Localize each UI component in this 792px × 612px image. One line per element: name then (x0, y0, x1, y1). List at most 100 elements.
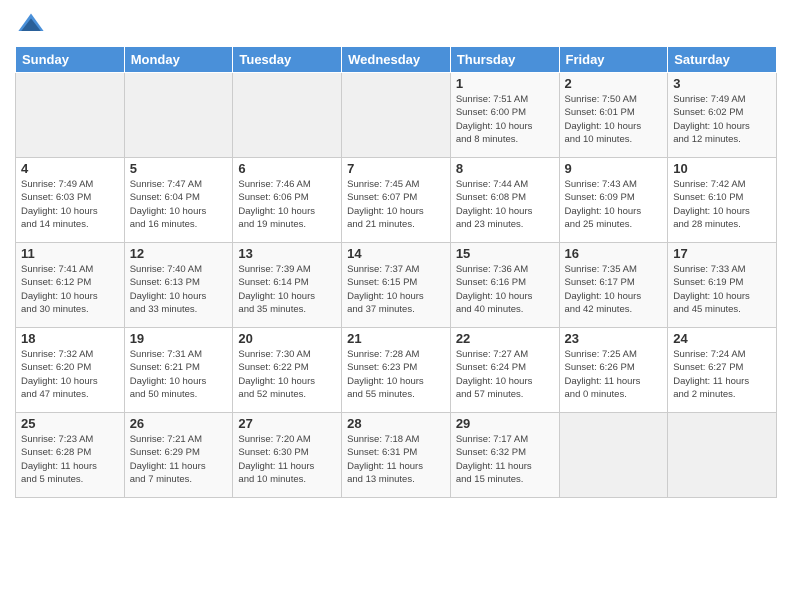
weekday-wednesday: Wednesday (342, 47, 451, 73)
header (15, 10, 777, 38)
day-info: Sunrise: 7:41 AM Sunset: 6:12 PM Dayligh… (21, 263, 119, 316)
day-info: Sunrise: 7:32 AM Sunset: 6:20 PM Dayligh… (21, 348, 119, 401)
calendar-cell: 25 Sunrise: 7:23 AM Sunset: 6:28 PM Dayli… (16, 413, 125, 498)
day-number: 9 (565, 161, 663, 176)
calendar-cell: 17Sunrise: 7:33 AM Sunset: 6:19 PM Dayli… (668, 243, 777, 328)
calendar-cell: 9 Sunrise: 7:43 AM Sunset: 6:09 PM Daylig… (559, 158, 668, 243)
calendar-cell: 7 Sunrise: 7:45 AM Sunset: 6:07 PM Daylig… (342, 158, 451, 243)
calendar-cell (342, 73, 451, 158)
day-info: Sunrise: 7:51 AM Sunset: 6:00 PM Dayligh… (456, 93, 554, 146)
week-row-0: 1 Sunrise: 7:51 AM Sunset: 6:00 PM Daylig… (16, 73, 777, 158)
calendar-cell (559, 413, 668, 498)
day-info: Sunrise: 7:31 AM Sunset: 6:21 PM Dayligh… (130, 348, 228, 401)
day-info: Sunrise: 7:28 AM Sunset: 6:23 PM Dayligh… (347, 348, 445, 401)
day-info: Sunrise: 7:37 AM Sunset: 6:15 PM Dayligh… (347, 263, 445, 316)
day-number: 21 (347, 331, 445, 346)
day-info: Sunrise: 7:17 AM Sunset: 6:32 PM Dayligh… (456, 433, 554, 486)
calendar-cell: 1 Sunrise: 7:51 AM Sunset: 6:00 PM Daylig… (450, 73, 559, 158)
day-number: 18 (21, 331, 119, 346)
day-info: Sunrise: 7:45 AM Sunset: 6:07 PM Dayligh… (347, 178, 445, 231)
calendar-cell: 24Sunrise: 7:24 AM Sunset: 6:27 PM Dayli… (668, 328, 777, 413)
calendar-cell: 29 Sunrise: 7:17 AM Sunset: 6:32 PM Dayli… (450, 413, 559, 498)
calendar-cell: 20 Sunrise: 7:30 AM Sunset: 6:22 PM Dayli… (233, 328, 342, 413)
day-number: 22 (456, 331, 554, 346)
day-number: 23 (565, 331, 663, 346)
day-info: Sunrise: 7:30 AM Sunset: 6:22 PM Dayligh… (238, 348, 336, 401)
logo-icon (17, 10, 45, 38)
calendar-cell (16, 73, 125, 158)
day-info: Sunrise: 7:36 AM Sunset: 6:16 PM Dayligh… (456, 263, 554, 316)
day-number: 11 (21, 246, 119, 261)
day-number: 20 (238, 331, 336, 346)
calendar-cell: 28 Sunrise: 7:18 AM Sunset: 6:31 PM Dayli… (342, 413, 451, 498)
calendar-cell: 16 Sunrise: 7:35 AM Sunset: 6:17 PM Dayli… (559, 243, 668, 328)
day-number: 12 (130, 246, 228, 261)
calendar-cell: 5 Sunrise: 7:47 AM Sunset: 6:04 PM Daylig… (124, 158, 233, 243)
weekday-saturday: Saturday (668, 47, 777, 73)
day-number: 5 (130, 161, 228, 176)
day-info: Sunrise: 7:43 AM Sunset: 6:09 PM Dayligh… (565, 178, 663, 231)
day-number: 6 (238, 161, 336, 176)
calendar-cell: 23Sunrise: 7:25 AM Sunset: 6:26 PM Dayli… (559, 328, 668, 413)
calendar-cell (668, 413, 777, 498)
calendar-cell: 13 Sunrise: 7:39 AM Sunset: 6:14 PM Dayli… (233, 243, 342, 328)
day-number: 13 (238, 246, 336, 261)
calendar-cell: 21 Sunrise: 7:28 AM Sunset: 6:23 PM Dayli… (342, 328, 451, 413)
weekday-monday: Monday (124, 47, 233, 73)
calendar-cell: 3 Sunrise: 7:49 AM Sunset: 6:02 PM Daylig… (668, 73, 777, 158)
calendar-cell: 14 Sunrise: 7:37 AM Sunset: 6:15 PM Dayli… (342, 243, 451, 328)
day-number: 14 (347, 246, 445, 261)
logo (15, 10, 47, 38)
calendar-cell: 26 Sunrise: 7:21 AM Sunset: 6:29 PM Dayli… (124, 413, 233, 498)
day-info: Sunrise: 7:27 AM Sunset: 6:24 PM Dayligh… (456, 348, 554, 401)
calendar-table: SundayMondayTuesdayWednesdayThursdayFrid… (15, 46, 777, 498)
weekday-tuesday: Tuesday (233, 47, 342, 73)
week-row-2: 11 Sunrise: 7:41 AM Sunset: 6:12 PM Dayli… (16, 243, 777, 328)
day-number: 16 (565, 246, 663, 261)
day-info: Sunrise: 7:49 AM Sunset: 6:03 PM Dayligh… (21, 178, 119, 231)
day-info: Sunrise: 7:39 AM Sunset: 6:14 PM Dayligh… (238, 263, 336, 316)
day-number: 3 (673, 76, 771, 91)
day-info: Sunrise: 7:33 AM Sunset: 6:19 PM Dayligh… (673, 263, 771, 316)
weekday-sunday: Sunday (16, 47, 125, 73)
week-row-4: 25 Sunrise: 7:23 AM Sunset: 6:28 PM Dayli… (16, 413, 777, 498)
day-info: Sunrise: 7:21 AM Sunset: 6:29 PM Dayligh… (130, 433, 228, 486)
day-info: Sunrise: 7:42 AM Sunset: 6:10 PM Dayligh… (673, 178, 771, 231)
week-row-3: 18 Sunrise: 7:32 AM Sunset: 6:20 PM Dayli… (16, 328, 777, 413)
day-number: 28 (347, 416, 445, 431)
calendar-cell: 18 Sunrise: 7:32 AM Sunset: 6:20 PM Dayli… (16, 328, 125, 413)
calendar-cell: 11 Sunrise: 7:41 AM Sunset: 6:12 PM Dayli… (16, 243, 125, 328)
day-info: Sunrise: 7:44 AM Sunset: 6:08 PM Dayligh… (456, 178, 554, 231)
day-info: Sunrise: 7:50 AM Sunset: 6:01 PM Dayligh… (565, 93, 663, 146)
weekday-thursday: Thursday (450, 47, 559, 73)
day-info: Sunrise: 7:49 AM Sunset: 6:02 PM Dayligh… (673, 93, 771, 146)
day-number: 19 (130, 331, 228, 346)
day-number: 26 (130, 416, 228, 431)
day-number: 24 (673, 331, 771, 346)
calendar-cell: 6 Sunrise: 7:46 AM Sunset: 6:06 PM Daylig… (233, 158, 342, 243)
day-number: 29 (456, 416, 554, 431)
calendar-cell: 22 Sunrise: 7:27 AM Sunset: 6:24 PM Dayli… (450, 328, 559, 413)
weekday-header-row: SundayMondayTuesdayWednesdayThursdayFrid… (16, 47, 777, 73)
day-info: Sunrise: 7:35 AM Sunset: 6:17 PM Dayligh… (565, 263, 663, 316)
day-info: Sunrise: 7:47 AM Sunset: 6:04 PM Dayligh… (130, 178, 228, 231)
day-info: Sunrise: 7:18 AM Sunset: 6:31 PM Dayligh… (347, 433, 445, 486)
day-info: Sunrise: 7:46 AM Sunset: 6:06 PM Dayligh… (238, 178, 336, 231)
calendar-cell (233, 73, 342, 158)
day-number: 8 (456, 161, 554, 176)
day-info: Sunrise: 7:20 AM Sunset: 6:30 PM Dayligh… (238, 433, 336, 486)
calendar-cell (124, 73, 233, 158)
day-info: Sunrise: 7:23 AM Sunset: 6:28 PM Dayligh… (21, 433, 119, 486)
day-number: 10 (673, 161, 771, 176)
calendar-cell: 27 Sunrise: 7:20 AM Sunset: 6:30 PM Dayli… (233, 413, 342, 498)
calendar-cell: 12Sunrise: 7:40 AM Sunset: 6:13 PM Dayli… (124, 243, 233, 328)
page: SundayMondayTuesdayWednesdayThursdayFrid… (0, 0, 792, 612)
day-number: 7 (347, 161, 445, 176)
day-number: 2 (565, 76, 663, 91)
day-number: 27 (238, 416, 336, 431)
calendar-cell: 2 Sunrise: 7:50 AM Sunset: 6:01 PM Daylig… (559, 73, 668, 158)
day-number: 25 (21, 416, 119, 431)
day-number: 15 (456, 246, 554, 261)
day-number: 1 (456, 76, 554, 91)
calendar-cell: 19 Sunrise: 7:31 AM Sunset: 6:21 PM Dayli… (124, 328, 233, 413)
